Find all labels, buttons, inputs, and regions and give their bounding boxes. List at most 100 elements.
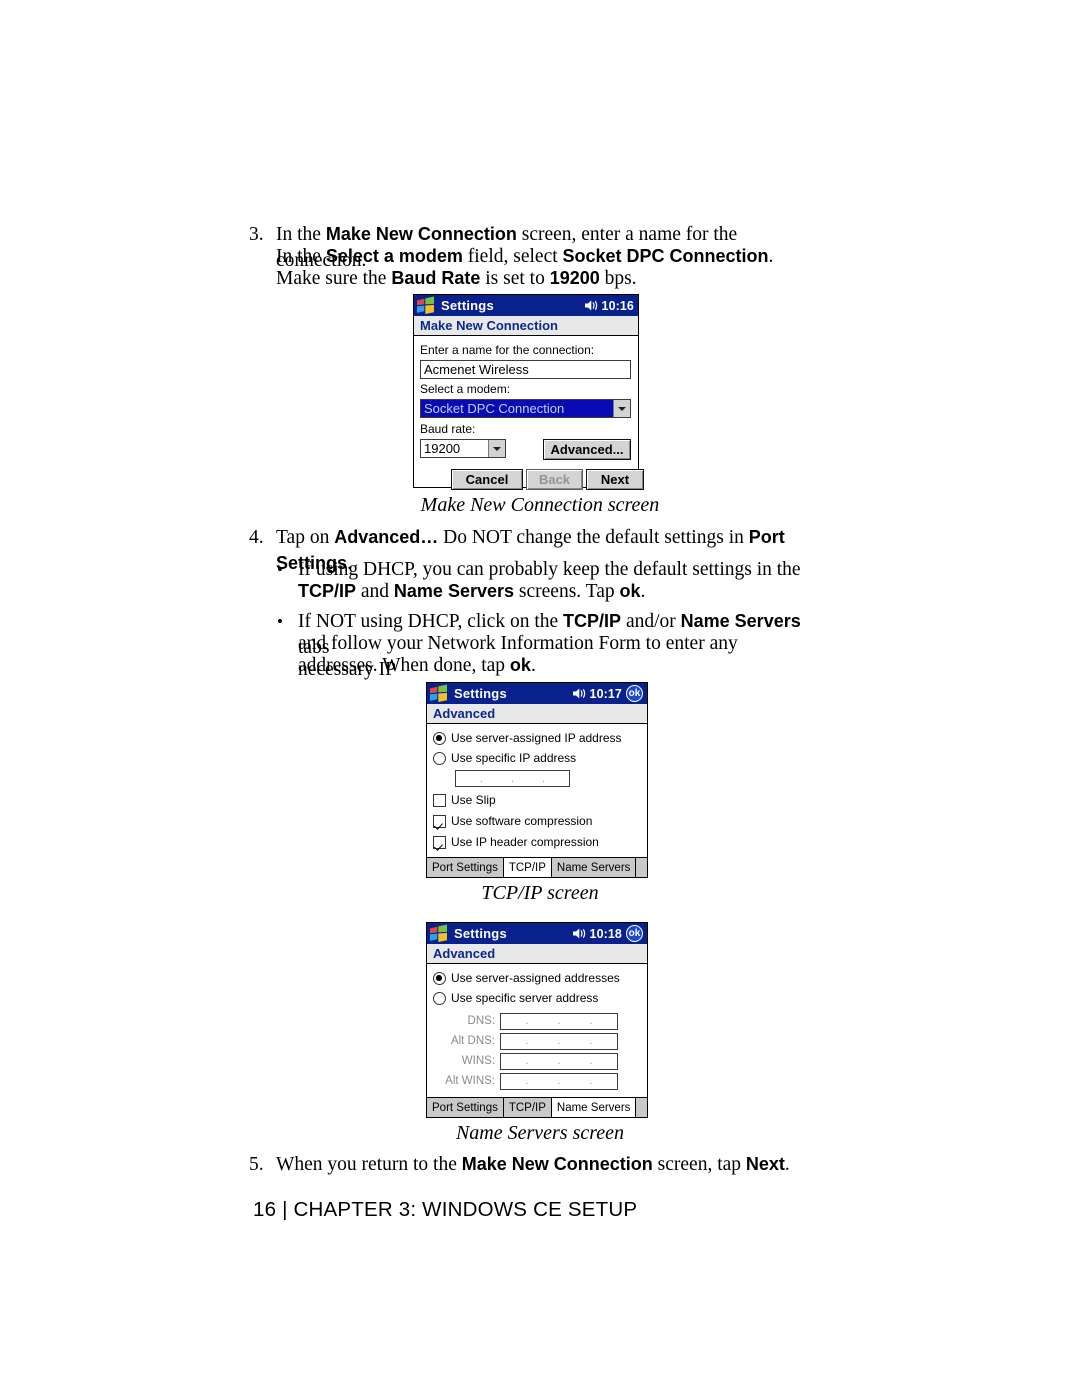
checkbox-row-use-slip[interactable]: Use Slip: [433, 792, 641, 809]
tab-port-settings[interactable]: Port Settings: [427, 858, 504, 877]
tab-filler: [636, 858, 647, 877]
ok-button[interactable]: ok: [626, 685, 643, 702]
bullet-marker: •: [277, 560, 283, 579]
speaker-icon[interactable]: [572, 687, 586, 700]
field-row-dns: DNS: . . .: [433, 1011, 641, 1031]
chevron-down-icon[interactable]: [488, 440, 505, 457]
radio-icon[interactable]: [433, 752, 446, 765]
titlebar-status: 10:16: [584, 295, 634, 316]
dns-input[interactable]: . . .: [500, 1012, 618, 1030]
radio-label: Use server-assigned addresses: [451, 971, 620, 985]
clock[interactable]: 10:16: [602, 299, 634, 313]
clock[interactable]: 10:18: [590, 927, 622, 941]
tab-tcpip[interactable]: TCP/IP: [503, 1098, 552, 1117]
tab-port-settings[interactable]: Port Settings: [427, 1098, 504, 1117]
cancel-button[interactable]: Cancel: [451, 469, 523, 490]
name-servers-screen: Settings 10:18 ok Advanced Use server-as…: [426, 922, 648, 1118]
alt-dns-label: Alt DNS:: [450, 1035, 495, 1047]
field-row-alt-wins: Alt WINS: . . .: [433, 1071, 641, 1091]
caption-name-servers: Name Servers screen: [455, 1122, 625, 1144]
radio-icon[interactable]: [433, 732, 446, 745]
tab-tcpip[interactable]: TCP/IP: [503, 858, 552, 877]
tab-name-servers[interactable]: Name Servers: [551, 1098, 637, 1117]
ip-dot: .: [525, 1035, 529, 1047]
radio-row-specific-ip[interactable]: Use specific IP address: [433, 750, 641, 767]
ip-address-input[interactable]: . . .: [455, 770, 570, 787]
checkbox-icon[interactable]: [433, 836, 446, 849]
caption-make-new-connection: Make New Connection screen: [420, 494, 660, 516]
tab-filler: [636, 1098, 647, 1117]
page-footer: 16 | CHAPTER 3: WINDOWS CE SETUP: [253, 1198, 638, 1221]
ip-dot: .: [589, 1075, 593, 1087]
select-modem-value: Socket DPC Connection: [421, 400, 613, 417]
tcpip-screen: Settings 10:17 ok Advanced Use server-as…: [426, 682, 648, 878]
select-modem-dropdown[interactable]: Socket DPC Connection: [420, 399, 631, 418]
field-row-alt-dns: Alt DNS: . . .: [433, 1031, 641, 1051]
ip-dot: .: [589, 1015, 593, 1027]
alt-dns-input[interactable]: . . .: [500, 1032, 618, 1050]
alt-wins-input[interactable]: . . .: [500, 1072, 618, 1090]
radio-row-server-assigned-addresses[interactable]: Use server-assigned addresses: [433, 970, 641, 987]
app-title: Settings: [441, 298, 494, 313]
screen-content: Use server-assigned addresses Use specif…: [427, 964, 647, 1117]
document-page: 3. In the Make New Connection screen, en…: [0, 0, 1080, 1397]
checkbox-label: Use IP header compression: [451, 835, 599, 849]
make-new-connection-screen: Settings 10:16 Make New Connection Enter…: [413, 294, 644, 490]
screen-subtitle: Make New Connection: [414, 316, 638, 336]
ip-dot: .: [510, 772, 515, 785]
step-4-bullet-2-line-3: addresses. When done, tap ok.: [298, 655, 536, 676]
checkbox-label: Use software compression: [451, 814, 593, 828]
tab-bar: Port Settings TCP/IP Name Servers: [427, 857, 647, 877]
step-5-number: 5.: [249, 1154, 264, 1175]
checkbox-label: Use Slip: [451, 793, 496, 807]
checkbox-icon[interactable]: [433, 794, 446, 807]
radio-label: Use specific server address: [451, 991, 599, 1005]
alt-wins-label: Alt WINS:: [445, 1075, 495, 1087]
bullet-marker: •: [277, 612, 283, 631]
radio-row-specific-server-address[interactable]: Use specific server address: [433, 990, 641, 1007]
checkbox-row-software-compression[interactable]: Use software compression: [433, 813, 641, 830]
screen-subtitle: Advanced: [427, 944, 647, 964]
select-modem-label: Select a modem:: [420, 382, 511, 396]
radio-icon[interactable]: [433, 992, 446, 1005]
tab-name-servers[interactable]: Name Servers: [551, 858, 637, 877]
ip-dot: .: [479, 772, 484, 785]
step-3-line-3: Make sure the Baud Rate is set to 19200 …: [276, 268, 637, 289]
windows-flag-icon: [428, 684, 449, 703]
ip-dot: .: [541, 772, 546, 785]
chevron-down-icon[interactable]: [613, 400, 630, 417]
connection-name-input[interactable]: Acmenet Wireless: [420, 360, 631, 379]
ip-dot: .: [557, 1055, 561, 1067]
baud-rate-dropdown[interactable]: 19200: [420, 439, 506, 458]
screen-content: Enter a name for the connection: Acmenet…: [414, 336, 644, 490]
advanced-button[interactable]: Advanced...: [543, 439, 631, 460]
next-button[interactable]: Next: [586, 469, 644, 490]
step-3-number: 3.: [249, 224, 264, 245]
step-4-bullet-1-line-2: TCP/IP and Name Servers screens. Tap ok.: [298, 581, 646, 602]
windows-flag-icon: [415, 296, 436, 315]
radio-label: Use server-assigned IP address: [451, 731, 622, 745]
step-4-number: 4.: [249, 527, 264, 548]
caption-tcpip: TCP/IP screen: [481, 882, 599, 904]
speaker-icon[interactable]: [584, 299, 598, 312]
radio-row-server-assigned[interactable]: Use server-assigned IP address: [433, 730, 641, 747]
ip-dot: .: [557, 1035, 561, 1047]
radio-icon[interactable]: [433, 972, 446, 985]
step-5-line-1: When you return to the Make New Connecti…: [276, 1154, 790, 1175]
back-button: Back: [526, 469, 583, 490]
ip-dot: .: [589, 1035, 593, 1047]
tab-bar: Port Settings TCP/IP Name Servers: [427, 1097, 647, 1117]
screen-content: Use server-assigned IP address Use speci…: [427, 724, 647, 877]
checkbox-icon[interactable]: [433, 815, 446, 828]
screen-subtitle: Advanced: [427, 704, 647, 724]
wins-label: WINS:: [461, 1055, 495, 1067]
app-title: Settings: [454, 686, 507, 701]
speaker-icon[interactable]: [572, 927, 586, 940]
app-title: Settings: [454, 926, 507, 941]
ok-button[interactable]: ok: [626, 925, 643, 942]
wins-input[interactable]: . . .: [500, 1052, 618, 1070]
field-row-wins: WINS: . . .: [433, 1051, 641, 1071]
titlebar: Settings 10:17 ok: [427, 683, 647, 704]
checkbox-row-ip-header-compression[interactable]: Use IP header compression: [433, 834, 641, 851]
clock[interactable]: 10:17: [590, 687, 622, 701]
